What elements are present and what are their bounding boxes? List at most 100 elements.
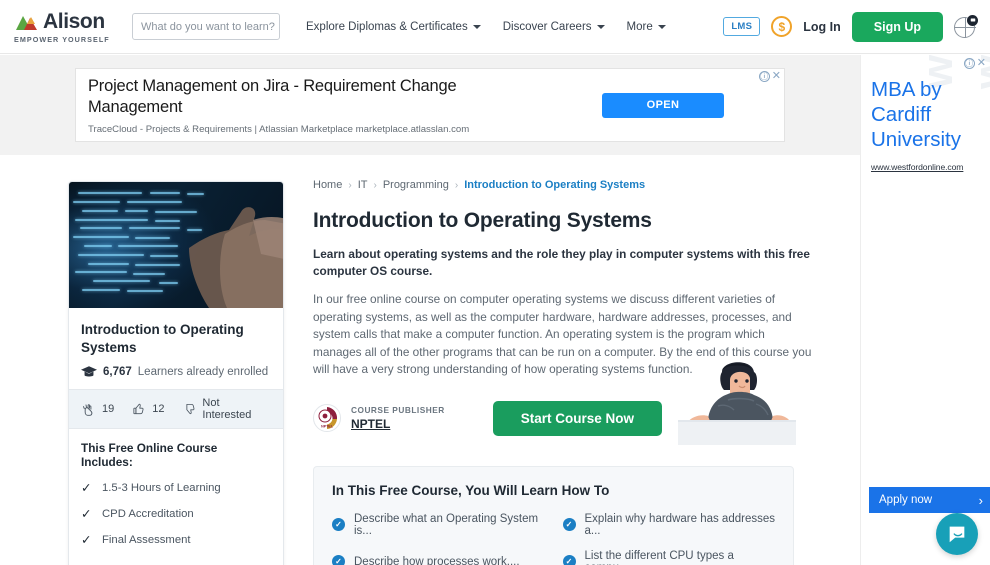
reaction-row: 19 12 Not Interested	[69, 389, 283, 429]
right-ad-url[interactable]: www.westfordonline.com	[871, 162, 963, 172]
chevron-down-icon	[472, 24, 481, 29]
site-logo[interactable]: Alison EMPOWER YOURSELF	[14, 10, 118, 44]
outcome-item: ✓ Describe how processes work....	[332, 550, 545, 565]
logo-tagline: EMPOWER YOURSELF	[14, 34, 110, 44]
top-ad-strip: ⓘ ✕ Project Management on Jira - Require…	[0, 55, 860, 155]
close-icon[interactable]: ✕	[772, 71, 781, 82]
site-header: Alison EMPOWER YOURSELF Explore Diplomas…	[0, 0, 990, 54]
check-icon: ✓	[81, 533, 92, 547]
clap-icon	[83, 403, 93, 416]
clap-reaction[interactable]: 19	[81, 402, 114, 417]
breadcrumb-separator: ›	[373, 179, 377, 191]
chat-widget-button[interactable]	[936, 513, 978, 555]
publisher-meta: COURSE PUBLISHER NPTEL	[351, 405, 445, 431]
outcomes-title: In This Free Course, You Will Learn How …	[332, 482, 610, 498]
page-root: Alison EMPOWER YOURSELF Explore Diplomas…	[0, 0, 990, 565]
outcome-item: ✓ Describe what an Operating System is..…	[332, 513, 545, 537]
breadcrumb-item-current[interactable]: Introduction to Operating Systems	[464, 179, 645, 191]
outcome-label: Describe what an Operating System is...	[354, 512, 539, 537]
chat-icon	[949, 526, 965, 543]
nptel-logo: NPTEL	[313, 404, 341, 432]
mascot-illustration	[678, 362, 796, 445]
language-selector[interactable]	[954, 14, 978, 39]
includes-label: 1.5-3 Hours of Learning	[102, 481, 221, 494]
thumbs-up-icon	[133, 403, 144, 415]
header-actions: LMS $ Log In Sign Up	[723, 11, 978, 42]
not-interested-reaction[interactable]: Not Interested	[183, 397, 272, 421]
check-circle-icon: ✓	[332, 555, 345, 565]
learning-outcomes-panel: In This Free Course, You Will Learn How …	[313, 465, 794, 565]
start-course-button[interactable]: Start Course Now	[492, 400, 663, 436]
alison-logo-mark	[14, 12, 40, 32]
includes-label: Final Assessment	[102, 533, 191, 546]
breadcrumb-item-home[interactable]: Home	[313, 179, 342, 191]
thumbs-up-reaction[interactable]: 12	[132, 402, 165, 416]
top-ad-title: Project Management on Jira - Requirement…	[88, 76, 457, 116]
currency-icon[interactable]: $	[771, 16, 793, 37]
clap-count: 19	[102, 403, 115, 415]
login-button[interactable]: Log In	[803, 20, 841, 34]
includes-item: ✓ CPD Accreditation	[81, 506, 271, 521]
outcome-label: List the different CPU types a compu...	[584, 549, 734, 565]
main-nav: Explore Diplomas & Certificates Discover…	[306, 21, 666, 33]
main-content: Introduction to Operating Systems 6,767 …	[0, 155, 860, 565]
outcome-label: Describe how processes work....	[354, 555, 520, 565]
includes-item: ✓ 1.5-3 Hours of Learning	[81, 480, 271, 495]
nav-label: Discover Careers	[502, 20, 592, 33]
adchoices-info-icon[interactable]: ⓘ	[758, 71, 770, 82]
apply-now-button[interactable]: Apply now ›	[869, 487, 990, 513]
chevron-down-icon	[657, 24, 666, 29]
top-ad-banner[interactable]: ⓘ ✕ Project Management on Jira - Require…	[75, 68, 785, 142]
right-ad-headline: MBA by Cardiff University	[871, 78, 961, 151]
check-icon: ✓	[81, 481, 92, 495]
includes-title: This Free Online Course Includes:	[81, 441, 218, 469]
course-summary-card: Introduction to Operating Systems 6,767 …	[68, 181, 284, 565]
chevron-down-icon	[596, 24, 605, 29]
svg-text:NPTEL: NPTEL	[321, 424, 334, 428]
hand-pointing-graphic	[189, 207, 283, 308]
right-ad-controls: ⓘ ✕	[963, 58, 986, 69]
breadcrumb-separator: ›	[454, 179, 459, 191]
page-title: Introduction to Operating Systems	[313, 209, 652, 232]
nav-item-explore-diplomas[interactable]: Explore Diplomas & Certificates	[306, 21, 481, 33]
top-ad-open-button[interactable]: OPEN	[602, 92, 724, 118]
not-interested-label: Not Interested	[202, 397, 252, 421]
search-box[interactable]	[132, 13, 280, 40]
breadcrumb: Home › IT › Programming › Introduction t…	[313, 179, 813, 191]
outcome-item: ✓ List the different CPU types a compu..…	[562, 549, 776, 565]
close-icon[interactable]: ✕	[977, 58, 986, 69]
outcomes-grid: ✓ Describe what an Operating System is..…	[332, 513, 775, 565]
breadcrumb-item-programming[interactable]: Programming	[383, 179, 449, 191]
check-circle-icon: ✓	[562, 555, 576, 565]
nav-item-discover-careers[interactable]: Discover Careers	[503, 21, 605, 33]
lms-button[interactable]: LMS	[723, 17, 761, 36]
breadcrumb-separator: ›	[348, 179, 352, 191]
publisher-label: COURSE PUBLISHER	[351, 405, 445, 415]
right-ad-rail: www. westfordonline. ⓘ ✕ MBA by Cardiff …	[860, 55, 990, 565]
includes-label: CPD Accreditation	[102, 507, 194, 520]
check-circle-icon: ✓	[562, 518, 576, 531]
top-ad-description: TraceCloud - Projects & Requirements | A…	[88, 123, 470, 135]
outcome-label: Explain why hardware has addresses a...	[584, 512, 776, 537]
enrolled-count: 6,767	[103, 366, 132, 378]
chevron-right-icon: ›	[978, 492, 983, 508]
thumbs-down-icon	[185, 403, 194, 415]
nav-label: Explore Diplomas & Certificates	[306, 20, 468, 33]
enrolled-row: 6,767 Learners already enrolled	[81, 366, 271, 378]
card-body: Introduction to Operating Systems 6,767 …	[69, 308, 283, 389]
top-ad-controls: ⓘ ✕	[758, 71, 781, 82]
outcome-item: ✓ Explain why hardware has addresses a..…	[562, 512, 776, 537]
publisher-name[interactable]: NPTEL	[351, 417, 445, 431]
top-ad-text: Project Management on Jira - Requirement…	[88, 76, 518, 135]
nav-item-more[interactable]: More	[627, 21, 666, 33]
breadcrumb-item-it[interactable]: IT	[358, 179, 368, 191]
adchoices-info-icon[interactable]: ⓘ	[963, 58, 975, 69]
includes-item: ✓ Final Assessment	[81, 532, 271, 547]
apply-now-label: Apply now	[879, 494, 933, 506]
graduation-cap-icon	[81, 366, 97, 377]
search-input[interactable]	[133, 14, 279, 39]
course-thumbnail[interactable]	[69, 182, 283, 308]
nav-label: More	[626, 20, 653, 33]
signup-button[interactable]: Sign Up	[851, 11, 943, 42]
card-course-title: Introduction to Operating Systems	[81, 322, 244, 355]
